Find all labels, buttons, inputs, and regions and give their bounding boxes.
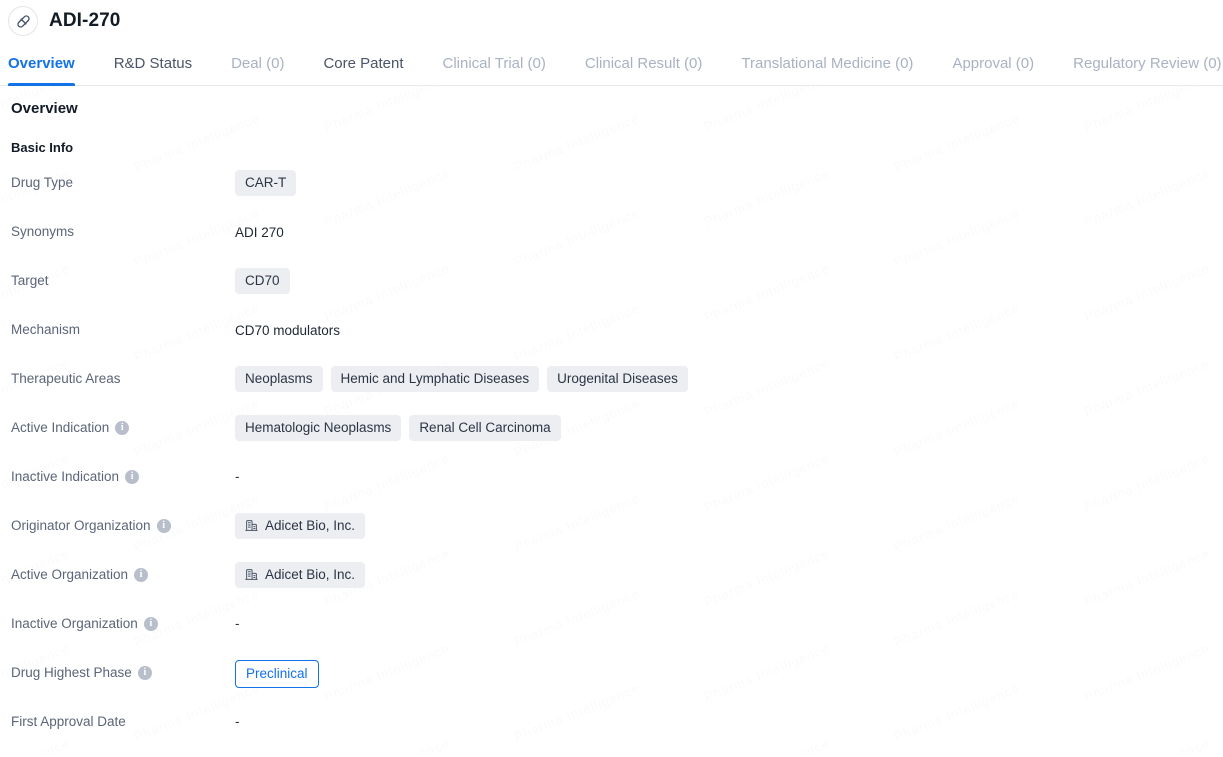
- tab-translational-medicine[interactable]: Translational Medicine (0): [741, 42, 913, 85]
- field-label-text: Target: [11, 273, 49, 288]
- empty-value: -: [235, 616, 240, 631]
- field-label-mechanism: Mechanism: [11, 316, 235, 338]
- field-label-text: Drug Type: [11, 175, 74, 190]
- field-label-active-indication: Active Indication i: [11, 414, 235, 436]
- organization-tag[interactable]: Adicet Bio, Inc.: [235, 513, 366, 539]
- value-tag[interactable]: Urogenital Diseases: [547, 366, 688, 392]
- field-label-text: Therapeutic Areas: [11, 371, 121, 386]
- field-label-text: Active Organization: [11, 567, 129, 582]
- value-tag[interactable]: Renal Cell Carcinoma: [409, 415, 561, 441]
- section-title: Overview: [11, 100, 78, 117]
- field-label-inactive-organization: Inactive Organization i: [11, 610, 235, 632]
- pill-icon: [8, 6, 38, 36]
- tab-clinical-trial[interactable]: Clinical Trial (0): [443, 42, 546, 85]
- field-label-target: Target: [11, 267, 235, 289]
- field-label-drug-type: Drug Type: [11, 169, 235, 191]
- empty-value: -: [235, 714, 240, 729]
- field-label-therapeutic-areas: Therapeutic Areas: [11, 365, 235, 387]
- field-row-drug-highest-phase: Drug Highest Phase i Preclinical: [11, 659, 1223, 708]
- info-icon[interactable]: i: [125, 470, 140, 485]
- field-value-drug-type: CAR-T: [235, 169, 1223, 196]
- value-tag[interactable]: CAR-T: [235, 170, 297, 196]
- tab-deal[interactable]: Deal (0): [231, 42, 284, 85]
- overview-content: Overview Basic Info Drug Type CAR-T Synony…: [0, 86, 1223, 757]
- field-label-text: Active Indication: [11, 420, 110, 435]
- building-icon: [245, 519, 258, 532]
- empty-value: -: [235, 469, 240, 484]
- field-row-target: Target CD70: [11, 267, 1223, 316]
- field-label-text: Mechanism: [11, 322, 81, 337]
- field-row-first-approval-date: First Approval Date -: [11, 708, 1223, 757]
- value-tag[interactable]: Neoplasms: [235, 366, 323, 392]
- field-value-originator-organization: Adicet Bio, Inc.: [235, 512, 1223, 539]
- text-value: ADI 270: [235, 225, 284, 240]
- field-value-active-indication: Hematologic Neoplasms Renal Cell Carcinom…: [235, 414, 1223, 441]
- organization-name: Adicet Bio, Inc.: [265, 518, 356, 533]
- field-label-text: First Approval Date: [11, 714, 126, 729]
- text-value: CD70 modulators: [235, 323, 341, 338]
- field-value-therapeutic-areas: Neoplasms Hemic and Lymphatic Diseases Uro…: [235, 365, 1223, 392]
- field-row-therapeutic-areas: Therapeutic Areas Neoplasms Hemic and Lymp…: [11, 365, 1223, 414]
- field-label-text: Synonyms: [11, 224, 75, 239]
- organization-name: Adicet Bio, Inc.: [265, 567, 356, 582]
- tab-r-d-status[interactable]: R&D Status: [114, 42, 192, 85]
- tab-bar: Overview R&D Status Deal (0) Core Patent Cli…: [0, 42, 1223, 86]
- field-label-text: Originator Organization: [11, 518, 151, 533]
- field-value-first-approval-date: -: [235, 708, 1223, 729]
- field-label-originator-organization: Originator Organization i: [11, 512, 235, 534]
- organization-tag[interactable]: Adicet Bio, Inc.: [235, 562, 366, 588]
- field-label-text: Drug Highest Phase: [11, 665, 132, 680]
- field-label-text: Inactive Organization: [11, 616, 138, 631]
- field-value-synonyms: ADI 270: [235, 218, 1223, 242]
- tab-overview[interactable]: Overview: [8, 42, 75, 86]
- field-row-originator-organization: Originator Organization i Adicet Bio, Inc.: [11, 512, 1223, 561]
- tab-regulatory-review[interactable]: Regulatory Review (0): [1073, 42, 1221, 85]
- field-label-inactive-indication: Inactive Indication i: [11, 463, 235, 485]
- page-title: ADI-270: [49, 10, 121, 31]
- building-icon: [245, 568, 258, 581]
- field-value-active-organization: Adicet Bio, Inc.: [235, 561, 1223, 588]
- field-label-text: Inactive Indication: [11, 469, 120, 484]
- value-tag[interactable]: CD70: [235, 268, 290, 294]
- info-icon[interactable]: i: [115, 421, 130, 436]
- field-row-active-indication: Active Indication i Hematologic Neoplasms R…: [11, 414, 1223, 463]
- basic-info-field-list: Drug Type CAR-T Synonyms ADI 270 Target CD70 M…: [11, 169, 1223, 757]
- field-label-active-organization: Active Organization i: [11, 561, 235, 583]
- field-value-inactive-organization: -: [235, 610, 1223, 631]
- tab-core-patent[interactable]: Core Patent: [323, 42, 403, 85]
- info-icon[interactable]: i: [137, 666, 152, 681]
- value-tag[interactable]: Hematologic Neoplasms: [235, 415, 402, 441]
- tab-approval[interactable]: Approval (0): [952, 42, 1034, 85]
- field-row-inactive-organization: Inactive Organization i -: [11, 610, 1223, 659]
- info-icon[interactable]: i: [134, 568, 149, 583]
- field-value-mechanism: CD70 modulators: [235, 316, 1223, 340]
- field-row-synonyms: Synonyms ADI 270: [11, 218, 1223, 267]
- info-icon[interactable]: i: [156, 519, 171, 534]
- field-row-active-organization: Active Organization i Adicet Bio, Inc.: [11, 561, 1223, 610]
- field-value-inactive-indication: -: [235, 463, 1223, 484]
- field-label-drug-highest-phase: Drug Highest Phase i: [11, 659, 235, 681]
- field-label-first-approval-date: First Approval Date: [11, 708, 235, 730]
- info-icon[interactable]: i: [143, 617, 158, 632]
- tab-clinical-result[interactable]: Clinical Result (0): [585, 42, 703, 85]
- field-row-mechanism: Mechanism CD70 modulators: [11, 316, 1223, 365]
- value-tag[interactable]: Hemic and Lymphatic Diseases: [330, 366, 540, 392]
- field-value-target: CD70: [235, 267, 1223, 294]
- field-value-drug-highest-phase: Preclinical: [235, 659, 1223, 688]
- page-header: ADI-270: [0, 0, 1223, 42]
- field-label-synonyms: Synonyms: [11, 218, 235, 240]
- subsection-title: Basic Info: [11, 140, 74, 155]
- phase-badge[interactable]: Preclinical: [235, 660, 319, 688]
- field-row-drug-type: Drug Type CAR-T: [11, 169, 1223, 218]
- field-row-inactive-indication: Inactive Indication i -: [11, 463, 1223, 512]
